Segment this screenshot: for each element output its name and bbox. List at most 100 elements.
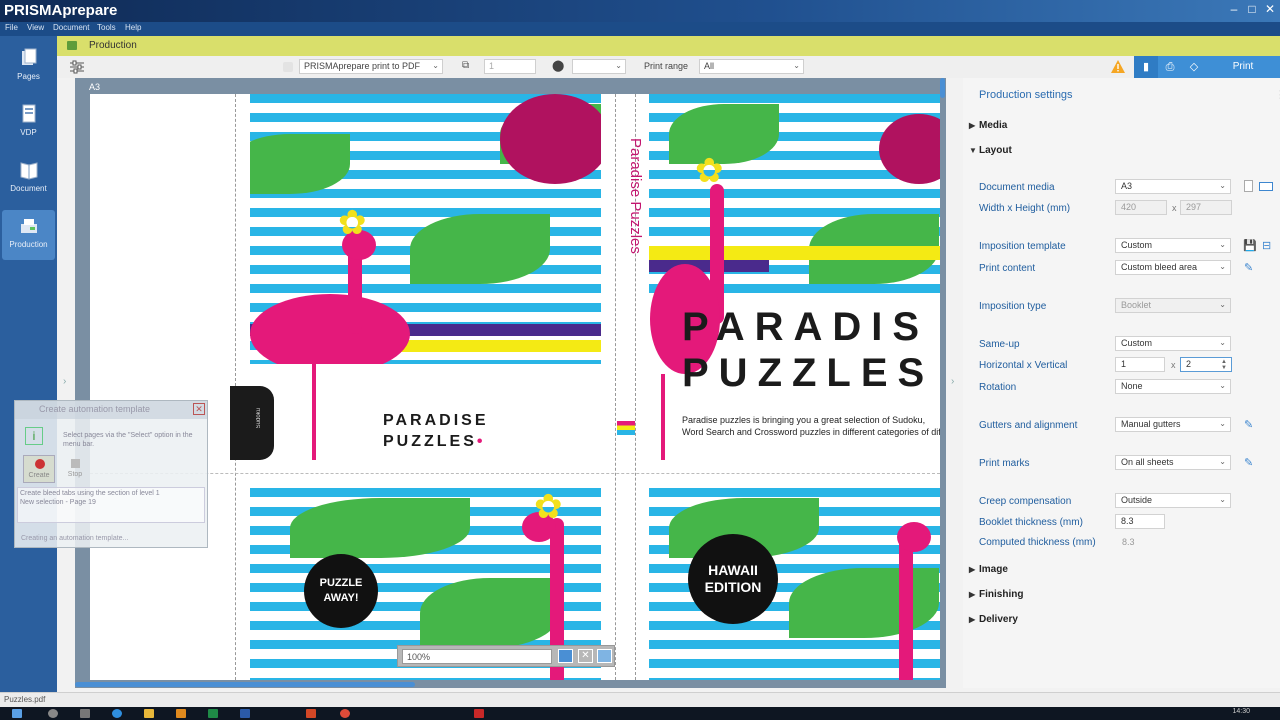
app-icon[interactable] — [176, 709, 186, 718]
chevron-down-icon: ⌄ — [1219, 262, 1226, 271]
print-content-label: Print content — [979, 263, 1036, 274]
maximize-icon[interactable]: □ — [1246, 3, 1258, 15]
print-content-select[interactable]: Custom bleed area ⌄ — [1115, 260, 1231, 275]
gutters-label: Gutters and alignment — [979, 420, 1078, 431]
stop-icon — [71, 459, 80, 468]
width-input[interactable]: 420 — [1115, 200, 1167, 215]
vertical-stepper[interactable]: 2 ▲ ▼ — [1180, 357, 1232, 372]
chrome-icon[interactable] — [340, 709, 350, 718]
location-pin-icon[interactable]: ⬤ — [552, 59, 564, 72]
cover-title-line2: PUZZLES — [682, 351, 935, 395]
chevron-down-icon: ⌄ — [432, 61, 439, 70]
edit-icon[interactable]: ✎ — [1244, 418, 1253, 431]
horizontal-input[interactable]: 1 — [1115, 357, 1165, 372]
print-range-select[interactable]: All ⌄ — [699, 59, 804, 74]
prisma-taskbar-icon[interactable] — [474, 709, 484, 718]
excel-icon[interactable] — [208, 709, 218, 718]
copies-icon: ⧉ — [462, 60, 470, 71]
section-media[interactable]: ▶ Media — [969, 120, 1007, 131]
automation-status: Creating an automation template... — [21, 535, 129, 542]
save-icon[interactable]: 💾 — [1243, 239, 1257, 252]
leaf-shape — [789, 568, 939, 638]
portrait-icon[interactable] — [1244, 180, 1253, 192]
crop-guide-spine-a — [615, 94, 616, 680]
app-title: PRISMAprepare — [4, 2, 118, 19]
stop-button-label: Stop — [67, 471, 83, 478]
print-button[interactable]: Print — [1206, 56, 1280, 78]
nav-pages[interactable]: Pages — [2, 42, 55, 92]
task-view-icon[interactable] — [80, 709, 90, 718]
settings-sliders-icon[interactable] — [69, 60, 85, 74]
production-settings-panel: Production settings ⋮ ▶Media ▼Layout Doc… — [963, 78, 1280, 688]
creep-select[interactable]: Outside ⌄ — [1115, 493, 1231, 508]
chevron-right-icon[interactable]: › — [951, 376, 954, 387]
edit-icon[interactable]: ✎ — [1244, 456, 1253, 469]
menu-help[interactable]: Help — [125, 23, 141, 32]
height-input[interactable]: 297 — [1180, 200, 1232, 215]
chevron-down-icon: ⌄ — [1219, 181, 1226, 190]
nav-document[interactable]: Document — [2, 154, 55, 204]
badge-hawaii-line1: HAWAII — [708, 562, 758, 578]
crop-guide-middle — [90, 473, 940, 474]
manage-templates-icon[interactable]: ⊟ — [1262, 239, 1271, 252]
production-bar-label: Production — [89, 40, 137, 51]
create-button[interactable]: Create — [23, 455, 55, 483]
warning-icon[interactable] — [1110, 59, 1126, 74]
section-image[interactable]: ▶ Image — [969, 564, 1008, 575]
printer-icon[interactable]: ⎙ — [1158, 56, 1182, 78]
stop-button[interactable]: Stop — [59, 455, 91, 483]
printer-select[interactable]: PRISMAprepare print to PDF ⌄ — [299, 59, 443, 74]
send-icon[interactable]: ◇ — [1182, 56, 1206, 78]
section-finishing[interactable]: ▶ Finishing — [969, 589, 1023, 600]
minimize-icon[interactable]: – — [1228, 3, 1240, 15]
menu-file[interactable]: File — [5, 23, 18, 32]
menu-view[interactable]: View — [27, 23, 44, 32]
nav-vdp[interactable]: VDP — [2, 98, 55, 148]
same-up-select[interactable]: Custom ⌄ — [1115, 336, 1231, 351]
spinner-icon[interactable]: ▲ ▼ — [1221, 359, 1227, 371]
imposition-template-select[interactable]: Custom ⌄ — [1115, 238, 1231, 253]
booklet-thickness-input[interactable]: 8.3 — [1115, 514, 1165, 529]
start-icon[interactable] — [12, 709, 22, 718]
preview-canvas[interactable]: A3 ✿ PARADISE PUZZLES• Sudoku Paradise P… — [75, 78, 946, 688]
chevron-right-icon[interactable]: › — [63, 376, 66, 387]
more-options-icon[interactable]: ⋮ — [1275, 88, 1280, 101]
leaf-shape — [290, 498, 470, 558]
edit-icon[interactable]: ✎ — [1244, 261, 1253, 274]
powerpoint-icon[interactable] — [306, 709, 316, 718]
print-range-value: All — [704, 61, 715, 71]
zoom-input[interactable]: 100% — [402, 649, 552, 664]
document-media-label: Document media — [979, 182, 1055, 193]
browser-icon[interactable] — [112, 709, 122, 718]
title-bar: PRISMAprepare – □ ✕ — [0, 0, 1280, 22]
automation-dialog: Create automation template ✕ i Select pa… — [14, 400, 208, 548]
word-icon[interactable] — [240, 709, 250, 718]
fit-page-icon[interactable] — [597, 649, 612, 663]
vertical-scrollbar[interactable] — [940, 78, 945, 98]
pin-select[interactable]: ⌄ — [572, 59, 626, 74]
close-icon[interactable]: ✕ — [193, 403, 205, 415]
document-icon[interactable]: ▮ — [1134, 56, 1158, 78]
folder-icon[interactable] — [144, 709, 154, 718]
document-media-select[interactable]: A3 ⌄ — [1115, 179, 1231, 194]
nav-production[interactable]: Production — [2, 210, 55, 260]
fit-image-icon[interactable] — [558, 649, 573, 663]
chevron-down-icon: ⌄ — [1219, 381, 1226, 390]
copies-input[interactable]: 1 — [484, 59, 536, 74]
settings-title: Production settings — [979, 89, 1073, 101]
search-icon[interactable] — [48, 709, 58, 718]
print-marks-label: Print marks — [979, 458, 1030, 469]
menu-document[interactable]: Document — [53, 23, 89, 32]
rotation-select[interactable]: None ⌄ — [1115, 379, 1231, 394]
menu-tools[interactable]: Tools — [97, 23, 116, 32]
close-icon[interactable]: ✕ — [1264, 3, 1276, 15]
horizontal-scrollbar[interactable] — [75, 682, 415, 687]
cover-title: PARADIS PUZZLES — [682, 304, 934, 396]
imposition-type-select[interactable]: Booklet ⌄ — [1115, 298, 1231, 313]
section-layout[interactable]: ▼ Layout — [969, 145, 1012, 156]
gutters-select[interactable]: Manual gutters ⌄ — [1115, 417, 1231, 432]
section-delivery[interactable]: ▶ Delivery — [969, 614, 1018, 625]
print-marks-select[interactable]: On all sheets ⌄ — [1115, 455, 1231, 470]
landscape-icon[interactable] — [1259, 182, 1273, 191]
zoom-cross-icon[interactable]: ✕ — [578, 649, 593, 663]
